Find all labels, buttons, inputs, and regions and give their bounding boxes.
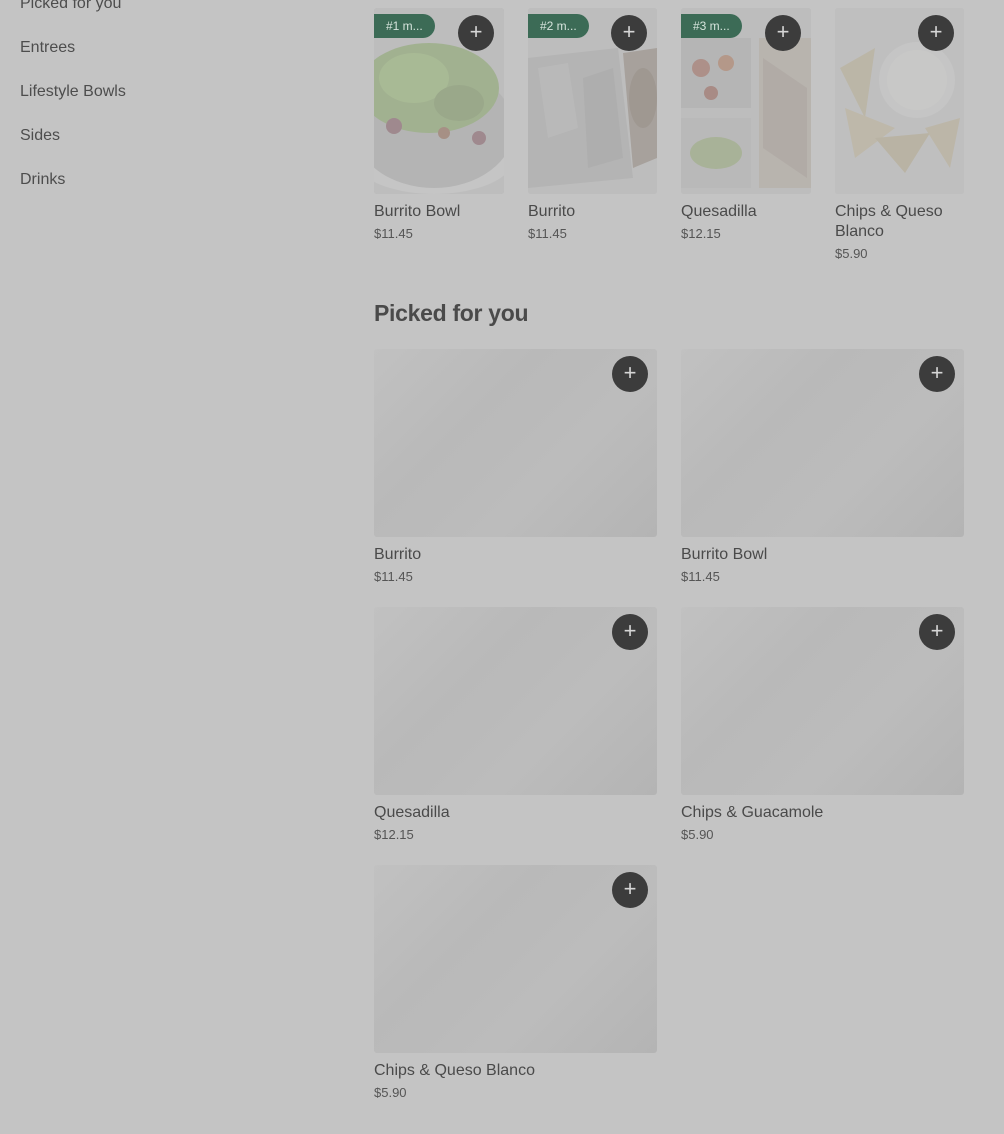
featured-card-burrito[interactable]: #2 m... + Burrito $11.45 <box>528 8 657 242</box>
add-to-bag-button[interactable]: + <box>458 15 494 51</box>
sidebar-item-picked-for-you[interactable]: Picked for you <box>20 0 320 26</box>
add-to-bag-button[interactable]: + <box>919 356 955 392</box>
item-name: Chips & Guacamole <box>681 804 824 821</box>
plus-icon: + <box>469 19 483 44</box>
add-to-bag-button[interactable]: + <box>612 872 648 908</box>
menu-card-chips-queso-blanco[interactable]: + Chips & Queso Blanco $5.90 <box>374 865 657 1101</box>
menu-card-quesadilla[interactable]: + Quesadilla $12.15 <box>374 607 657 843</box>
plus-icon: + <box>623 360 637 385</box>
sidebar-item-drinks[interactable]: Drinks <box>20 158 320 202</box>
item-price: $11.45 <box>374 226 413 241</box>
menu-card-burrito-bowl[interactable]: + Burrito Bowl $11.45 <box>681 349 964 585</box>
item-name: Quesadilla <box>681 203 757 220</box>
quesadilla-image: #3 m... + <box>681 8 811 194</box>
image-placeholder: + <box>374 607 657 795</box>
plus-icon: + <box>776 19 790 44</box>
plus-icon: + <box>623 876 637 901</box>
item-name: Burrito <box>528 203 576 220</box>
plus-icon: + <box>622 19 636 44</box>
add-to-bag-button[interactable]: + <box>919 614 955 650</box>
item-name: Burrito <box>374 546 422 563</box>
plus-icon: + <box>929 19 943 44</box>
image-placeholder: + <box>374 865 657 1053</box>
image-placeholder: + <box>374 349 657 537</box>
burrito-bowl-image: #1 m... + <box>374 8 504 194</box>
add-to-bag-button[interactable]: + <box>765 15 801 51</box>
item-price: $5.90 <box>374 1085 407 1100</box>
item-name: Quesadilla <box>374 804 450 821</box>
section-title-picked-for-you: Picked for you <box>374 300 529 326</box>
plus-icon: + <box>623 618 637 643</box>
sidebar-item-entrees[interactable]: Entrees <box>20 26 320 70</box>
sidebar-item-lifestyle-bowls[interactable]: Lifestyle Bowls <box>20 70 320 114</box>
sidebar-item-sides[interactable]: Sides <box>20 114 320 158</box>
image-placeholder: + <box>681 349 964 537</box>
category-sidebar: Picked for you Entrees Lifestyle Bowls S… <box>20 0 320 202</box>
item-name: Burrito Bowl <box>374 203 461 220</box>
item-price: $11.45 <box>681 569 720 584</box>
image-placeholder: + <box>681 607 964 795</box>
item-price: $12.15 <box>374 827 414 842</box>
menu-card-burrito[interactable]: + Burrito $11.45 <box>374 349 657 585</box>
rank-badge: #2 m... <box>528 14 589 38</box>
featured-card-quesadilla[interactable]: #3 m... + Quesadilla $12.15 <box>681 8 811 242</box>
burrito-image: #2 m... + <box>528 8 657 194</box>
plus-icon: + <box>930 360 944 385</box>
item-price: $5.90 <box>681 827 714 842</box>
item-name: Chips & Queso Blanco <box>835 203 943 240</box>
menu-card-chips-guacamole[interactable]: + Chips & Guacamole $5.90 <box>681 607 964 843</box>
item-name: Burrito Bowl <box>681 546 768 563</box>
add-to-bag-button[interactable]: + <box>612 614 648 650</box>
item-price: $11.45 <box>528 226 567 241</box>
chips-queso-image: + <box>835 8 964 194</box>
rank-badge: #3 m... <box>681 14 742 38</box>
item-price: $12.15 <box>681 226 721 241</box>
item-price: $11.45 <box>374 569 413 584</box>
add-to-bag-button[interactable]: + <box>611 15 647 51</box>
featured-card-burrito-bowl[interactable]: #1 m... + Burrito Bowl $11.45 <box>374 8 504 242</box>
rank-badge: #1 m... <box>374 14 435 38</box>
add-to-bag-button[interactable]: + <box>918 15 954 51</box>
item-price: $5.90 <box>835 246 868 261</box>
add-to-bag-button[interactable]: + <box>612 356 648 392</box>
item-name: Chips & Queso Blanco <box>374 1062 535 1079</box>
plus-icon: + <box>930 618 944 643</box>
featured-card-chips-queso[interactable]: + Chips & Queso Blanco $5.90 <box>835 8 964 262</box>
